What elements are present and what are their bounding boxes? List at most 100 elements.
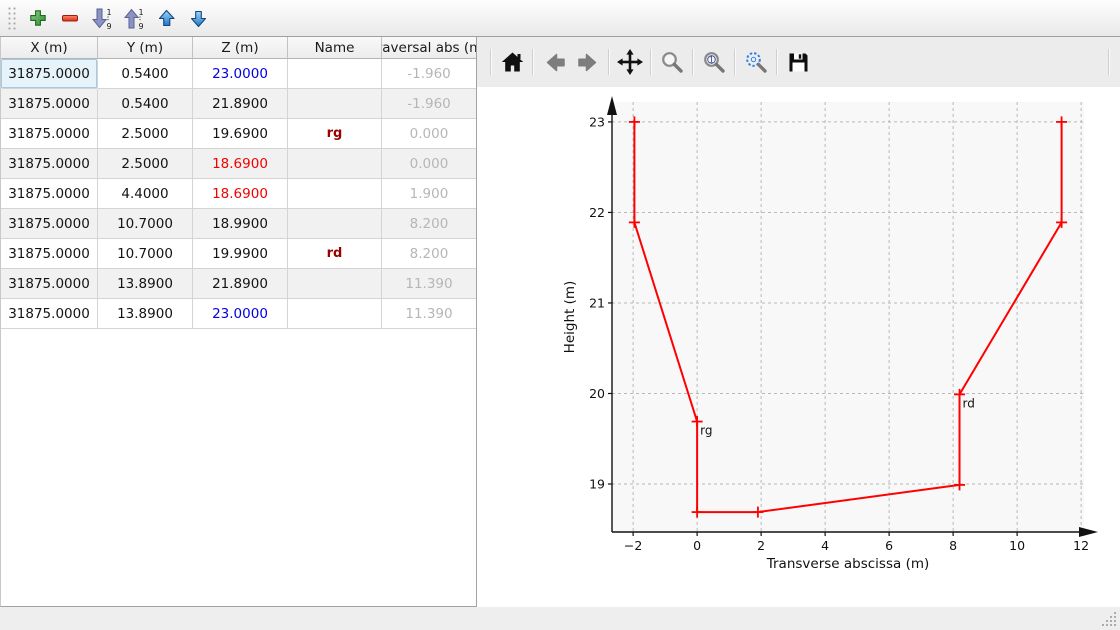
column-header-name[interactable]: Name — [288, 37, 382, 59]
cell-x[interactable]: 31875.0000 — [1, 179, 98, 209]
cell-name[interactable] — [288, 209, 382, 239]
add-row-button[interactable] — [22, 3, 54, 33]
cell-z[interactable]: 23.0000 — [193, 59, 288, 89]
svg-text:−2: −2 — [624, 538, 642, 553]
svg-text:23: 23 — [589, 114, 605, 129]
svg-text:1: 1 — [138, 8, 143, 17]
column-header-x[interactable]: X (m) — [1, 37, 98, 59]
cell-abs[interactable]: 11.390 — [382, 269, 476, 299]
cell-abs[interactable]: 8.200 — [382, 209, 476, 239]
cell-name[interactable] — [288, 149, 382, 179]
svg-text:rd: rd — [963, 396, 975, 410]
table-row: 31875.000013.890021.8900 11.390 — [1, 269, 476, 299]
cell-y[interactable]: 2.5000 — [98, 149, 193, 179]
cell-abs[interactable]: -1.960 — [382, 89, 476, 119]
cell-z[interactable]: 18.6900 — [193, 179, 288, 209]
plot-canvas[interactable]: −20246810121920212223Transverse abscissa… — [477, 87, 1120, 607]
sort-descending-icon: 1 9 — [124, 7, 145, 30]
home-icon — [499, 49, 526, 76]
cell-name[interactable] — [288, 179, 382, 209]
cell-y[interactable]: 2.5000 — [98, 119, 193, 149]
pan-button[interactable] — [613, 44, 647, 80]
cell-abs[interactable]: 11.390 — [382, 299, 476, 329]
cell-y[interactable]: 0.5400 — [98, 59, 193, 89]
svg-text:4: 4 — [821, 538, 829, 553]
sort-descending-button[interactable]: 1 9 — [118, 3, 150, 33]
cell-x[interactable]: 31875.0000 — [1, 269, 98, 299]
save-button[interactable] — [781, 44, 815, 80]
cell-x[interactable]: 31875.0000 — [1, 89, 98, 119]
cell-name[interactable] — [288, 89, 382, 119]
cell-x[interactable]: 31875.0000 — [1, 239, 98, 269]
cell-x[interactable]: 31875.0000 — [1, 209, 98, 239]
toolbar-separator — [650, 49, 652, 75]
svg-text:1: 1 — [708, 55, 713, 65]
cell-name[interactable]: rg — [288, 119, 382, 149]
save-icon — [785, 49, 812, 76]
svg-text:0: 0 — [693, 538, 701, 553]
cell-y[interactable]: 0.5400 — [98, 89, 193, 119]
column-header-traversal-abs[interactable]: Traversal abs (m) — [382, 37, 476, 59]
cell-z[interactable]: 19.6900 — [193, 119, 288, 149]
magnifier-extent-icon — [743, 49, 770, 76]
svg-text:20: 20 — [589, 386, 605, 401]
toolbar-separator — [1108, 49, 1110, 75]
cell-y[interactable]: 10.7000 — [98, 239, 193, 269]
cell-z[interactable]: 21.8900 — [193, 269, 288, 299]
cell-z[interactable]: 18.6900 — [193, 149, 288, 179]
toolbar-separator — [608, 49, 610, 75]
svg-text:8: 8 — [949, 538, 957, 553]
svg-text:21: 21 — [589, 295, 605, 310]
move-down-button[interactable] — [182, 3, 214, 33]
cell-name[interactable] — [288, 59, 382, 89]
column-header-z[interactable]: Z (m) — [193, 37, 288, 59]
cell-abs[interactable]: -1.960 — [382, 59, 476, 89]
cell-z[interactable]: 18.9900 — [193, 209, 288, 239]
cell-x[interactable]: 31875.0000 — [1, 299, 98, 329]
column-header-y[interactable]: Y (m) — [98, 37, 193, 59]
plot-toolbar: 1 — [477, 37, 1120, 87]
svg-text:9: 9 — [106, 22, 111, 30]
sort-ascending-button[interactable]: 1 9 — [86, 3, 118, 33]
toolbar-separator — [776, 49, 778, 75]
application-window: 1 9 1 9 — [0, 0, 1120, 630]
cell-y[interactable]: 4.4000 — [98, 179, 193, 209]
cell-z[interactable]: 21.8900 — [193, 89, 288, 119]
cell-abs[interactable]: 0.000 — [382, 149, 476, 179]
home-button[interactable] — [495, 44, 529, 80]
cell-y[interactable]: 13.8900 — [98, 269, 193, 299]
zoom-extent-button[interactable] — [739, 44, 773, 80]
svg-text:19: 19 — [589, 477, 605, 492]
cell-z[interactable]: 19.9900 — [193, 239, 288, 269]
move-up-button[interactable] — [150, 3, 182, 33]
zoom-one-button[interactable]: 1 — [697, 44, 731, 80]
zoom-button[interactable] — [655, 44, 689, 80]
table-row: 31875.00002.500019.6900rg0.000 — [1, 119, 476, 149]
cell-name[interactable] — [288, 299, 382, 329]
cell-y[interactable]: 13.8900 — [98, 299, 193, 329]
cell-name[interactable]: rd — [288, 239, 382, 269]
svg-text:12: 12 — [1073, 538, 1089, 553]
resize-grip-icon[interactable] — [1102, 612, 1118, 628]
forward-button[interactable] — [571, 44, 605, 80]
svg-text:1: 1 — [106, 8, 111, 17]
remove-row-button[interactable] — [54, 3, 86, 33]
cell-abs[interactable]: 8.200 — [382, 239, 476, 269]
cell-abs[interactable]: 0.000 — [382, 119, 476, 149]
svg-text:Height (m): Height (m) — [562, 281, 578, 354]
cell-abs[interactable]: 1.900 — [382, 179, 476, 209]
toolbar-drag-handle[interactable] — [6, 5, 16, 31]
cell-name[interactable] — [288, 269, 382, 299]
profile-chart: −20246810121920212223Transverse abscissa… — [477, 87, 1119, 606]
toolbar-separator — [734, 49, 736, 75]
back-button[interactable] — [537, 44, 571, 80]
svg-text:2: 2 — [757, 538, 765, 553]
cell-z[interactable]: 23.0000 — [193, 299, 288, 329]
cell-y[interactable]: 10.7000 — [98, 209, 193, 239]
move-down-icon — [189, 9, 208, 28]
cell-x[interactable]: 31875.0000 — [1, 119, 98, 149]
cell-x[interactable]: 31875.0000 — [1, 59, 98, 89]
cell-x[interactable]: 31875.0000 — [1, 149, 98, 179]
table-row: 31875.00004.400018.6900 1.900 — [1, 179, 476, 209]
minus-icon — [61, 9, 79, 27]
